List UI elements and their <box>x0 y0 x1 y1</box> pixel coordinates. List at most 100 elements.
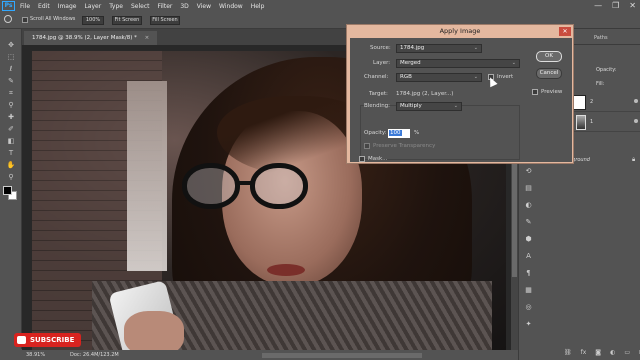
brush-settings-icon[interactable]: ✎ <box>524 218 533 227</box>
preserve-transparency-checkbox[interactable] <box>364 143 370 149</box>
link-layers-icon[interactable]: ⛓ <box>564 349 572 356</box>
channel-select[interactable]: RGB ⌄ <box>396 73 482 82</box>
preview-label: Preview <box>541 89 563 95</box>
apply-image-dialog: Apply Image ✕ Source: 1784.jpg ⌄ Layer: … <box>346 24 574 164</box>
source-select[interactable]: 1784.jpg ⌄ <box>396 44 482 53</box>
menu-type[interactable]: Type <box>109 3 123 10</box>
dialog-close-button[interactable]: ✕ <box>559 27 571 36</box>
add-mask-icon[interactable]: ◙ <box>595 349 601 356</box>
eyedropper-tool-icon[interactable]: ⚲ <box>6 101 16 110</box>
minimize-icon[interactable]: — <box>594 1 602 10</box>
channel-value: RGB <box>400 74 412 80</box>
3d-icon[interactable]: ⬢ <box>524 235 533 244</box>
menu-window[interactable]: Window <box>219 3 243 10</box>
photoshop-window: Ps File Edit Image Layer Type Select Fil… <box>0 0 640 360</box>
zoom-level[interactable]: 38.91% <box>26 350 45 360</box>
history-icon[interactable]: ⟲ <box>524 167 533 176</box>
horizontal-scrollbar-thumb[interactable] <box>262 353 422 358</box>
layer-opacity-label[interactable]: Opacity: <box>596 67 617 73</box>
target-label: Target: <box>369 91 388 97</box>
glasses-lens-right <box>250 163 308 209</box>
fx-icon[interactable]: fx <box>581 349 587 356</box>
zoom-tool-icon[interactable] <box>4 15 12 23</box>
document-tab[interactable]: 1784.jpg @ 38.9% (2, Layer Mask/8) * × <box>24 31 158 45</box>
source-label: Source: <box>370 45 391 51</box>
layer-thumbnail <box>572 95 586 110</box>
menu-help[interactable]: Help <box>251 3 265 10</box>
layer-fill-label[interactable]: Fill: <box>596 81 604 87</box>
close-window-icon[interactable]: ✕ <box>629 1 636 10</box>
channel-label: Channel: <box>364 74 389 80</box>
close-tab-icon[interactable]: × <box>145 35 150 41</box>
menu-filter[interactable]: Filter <box>158 3 173 10</box>
opacity-unit: % <box>414 130 420 136</box>
menu-layer[interactable]: Layer <box>84 3 101 10</box>
layer-name[interactable]: 2 <box>590 99 593 105</box>
cancel-button[interactable]: Cancel <box>536 68 562 79</box>
swatches-icon[interactable]: ▦ <box>524 286 533 295</box>
crop-tool-icon[interactable]: ⌗ <box>6 89 16 98</box>
foreground-color-swatch[interactable] <box>3 186 12 195</box>
layer-value: Merged <box>400 60 421 66</box>
status-bar: 38.91% Doc: 26.4M/123.2M <box>22 350 518 360</box>
menu-bar: Ps File Edit Image Layer Type Select Fil… <box>0 0 640 12</box>
hand-tool-icon[interactable]: ✋ <box>6 161 16 170</box>
glasses-bridge <box>238 181 252 185</box>
lips <box>267 264 305 276</box>
opacity-input[interactable]: 100 <box>388 129 410 138</box>
properties-icon[interactable]: ▤ <box>524 184 533 193</box>
opacity-label: Opacity: <box>364 130 387 136</box>
scroll-all-windows-checkbox[interactable] <box>22 17 28 23</box>
preview-checkbox[interactable] <box>532 89 538 95</box>
zoom-100-button[interactable]: 100% <box>82 16 104 25</box>
menu-file[interactable]: File <box>20 3 30 10</box>
eraser-tool-icon[interactable]: ◧ <box>6 137 16 146</box>
target-value: 1784.jpg (2, Layer...) <box>396 91 454 97</box>
glyphs-icon[interactable]: ✦ <box>524 320 533 329</box>
layer-name[interactable]: 1 <box>590 119 593 125</box>
mask-checkbox[interactable] <box>359 156 365 162</box>
tools-panel: ✥ ⬚ ℓ ✎ ⌗ ⚲ ✚ ✐ ◧ T ✋ ⚲ <box>0 29 22 349</box>
menu-select[interactable]: Select <box>131 3 150 10</box>
window-light <box>127 81 167 271</box>
fill-screen-button[interactable]: Fill Screen <box>150 16 180 25</box>
layer-select[interactable]: Merged ⌄ <box>396 59 520 68</box>
scroll-all-windows-label: Scroll All Windows <box>30 16 76 22</box>
lasso-tool-icon[interactable]: ℓ <box>6 65 16 74</box>
new-fill-layer-icon[interactable]: ◐ <box>610 349 615 356</box>
adjustments-icon[interactable]: ◐ <box>524 201 533 210</box>
brush-tool-icon[interactable]: ✐ <box>6 125 16 134</box>
fit-screen-button[interactable]: Fit Screen <box>112 16 142 25</box>
chevron-down-icon: ⌄ <box>453 103 458 109</box>
blending-select[interactable]: Multiply ⌄ <box>396 102 462 111</box>
paragraph-icon[interactable]: ¶ <box>524 269 533 278</box>
lock-icon: 🔒︎ <box>632 156 636 163</box>
visibility-eye-icon[interactable] <box>634 119 638 123</box>
ok-button[interactable]: OK <box>536 51 562 62</box>
tab-paths[interactable]: Paths <box>594 35 608 41</box>
dialog-title[interactable]: Apply Image <box>347 25 573 38</box>
move-tool-icon[interactable]: ✥ <box>6 41 16 50</box>
quick-select-tool-icon[interactable]: ✎ <box>6 77 16 86</box>
healing-tool-icon[interactable]: ✚ <box>6 113 16 122</box>
document-size: Doc: 26.4M/123.2M <box>70 352 119 358</box>
mask-label[interactable]: Mask... <box>368 156 387 162</box>
window-controls: — ❐ ✕ <box>594 1 636 10</box>
zoom-tool-side-icon[interactable]: ⚲ <box>6 173 16 182</box>
restore-icon[interactable]: ❐ <box>612 1 619 10</box>
document-tab-title: 1784.jpg @ 38.9% (2, Layer Mask/8) * <box>32 35 137 41</box>
menu-image[interactable]: Image <box>58 3 77 10</box>
menu-edit[interactable]: Edit <box>38 3 50 10</box>
clone-source-icon[interactable]: ◎ <box>524 303 533 312</box>
character-icon[interactable]: A <box>524 252 533 261</box>
chevron-down-icon: ⌄ <box>473 74 478 80</box>
subscribe-label: SUBSCRIBE <box>30 336 75 344</box>
new-group-icon[interactable]: ▭ <box>624 349 630 356</box>
visibility-eye-icon[interactable] <box>634 99 638 103</box>
marquee-tool-icon[interactable]: ⬚ <box>6 53 16 62</box>
menu-3d[interactable]: 3D <box>180 3 188 10</box>
menu-view[interactable]: View <box>197 3 211 10</box>
subscribe-badge[interactable]: SUBSCRIBE <box>14 333 81 347</box>
dialog-body: Source: 1784.jpg ⌄ Layer: Merged ⌄ Chann… <box>350 38 572 162</box>
text-tool-icon[interactable]: T <box>6 149 16 158</box>
